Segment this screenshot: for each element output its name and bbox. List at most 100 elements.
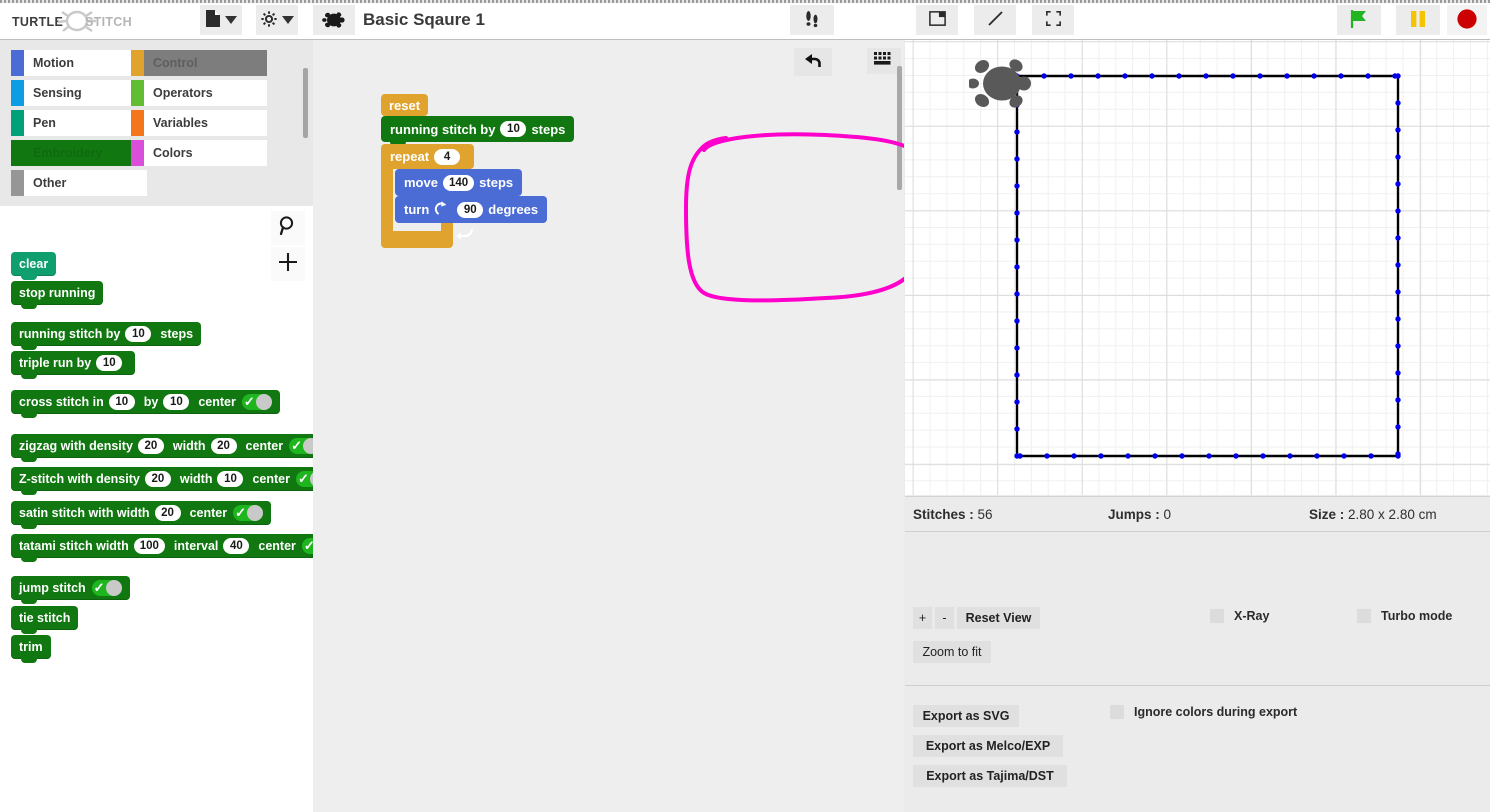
block-number-input[interactable]: 20 (144, 471, 171, 487)
expand-stage-button[interactable] (974, 5, 1016, 35)
script-scrollbar[interactable] (897, 66, 902, 190)
category-embroidery[interactable]: Embroidery (11, 140, 147, 166)
settings-menu-button[interactable] (256, 5, 298, 35)
current-sprite-icon[interactable] (313, 5, 355, 35)
turtle-sprite[interactable] (967, 56, 1035, 117)
export-tajima-button[interactable]: Export as Tajima/DST (913, 765, 1067, 787)
category-colors[interactable]: Colors (131, 140, 267, 166)
category-control[interactable]: Control (131, 50, 267, 76)
category-sensing[interactable]: Sensing (11, 80, 147, 106)
turbo-checkbox-row[interactable]: Turbo mode (1357, 609, 1452, 623)
turn-block[interactable]: turn 90 degrees (395, 196, 548, 223)
block-toggle[interactable]: ✓ (241, 394, 272, 410)
category-label: Variables (153, 116, 208, 130)
stitch-path (1015, 74, 1400, 458)
xray-label: X-Ray (1234, 609, 1270, 623)
block-number-input[interactable]: 20 (154, 505, 181, 521)
block-number-input[interactable]: 10 (163, 394, 190, 410)
file-menu-button[interactable] (200, 5, 242, 35)
block-label: interval (173, 539, 219, 553)
category-motion[interactable]: Motion (11, 50, 147, 76)
category-label: Embroidery (33, 146, 103, 160)
palette-block-jump-stitch[interactable]: jump stitch ✓ (11, 576, 130, 604)
palette-block-trim[interactable]: trim (11, 635, 51, 663)
block-toggle[interactable]: ✓ (289, 438, 313, 454)
stitches-label: Stitches : (913, 507, 974, 522)
repeat-count-input[interactable]: 4 (434, 148, 461, 165)
category-variables[interactable]: Variables (131, 110, 267, 136)
stitch-dot (1041, 73, 1047, 79)
palette-block-running-stitch[interactable]: running stitch by 10 steps (11, 322, 202, 350)
chevron-down-icon (282, 16, 294, 24)
green-flag-icon (1348, 8, 1370, 33)
xray-checkbox-row[interactable]: X-Ray (1210, 609, 1269, 623)
palette-block-z-stitch[interactable]: Z-stitch with density 20 width 10 center ✓ (11, 467, 313, 495)
move-steps-input[interactable]: 140 (442, 174, 475, 191)
block-number-input[interactable]: 10 (217, 471, 244, 487)
turn-degrees-input[interactable]: 90 (457, 201, 484, 218)
zoom-out-button[interactable]: - (935, 607, 954, 629)
palette-block-stop-running[interactable]: stop running (11, 281, 104, 309)
block-toggle[interactable]: ✓ (91, 580, 122, 596)
running-stitch-block[interactable]: running stitch by 10 steps (381, 116, 575, 146)
block-number-input[interactable]: 10 (108, 394, 135, 410)
block-label: trim (19, 640, 43, 654)
category-operators[interactable]: Operators (131, 80, 267, 106)
running-stitch-steps-input[interactable]: 10 (500, 121, 527, 137)
block-toggle[interactable]: ✓ (301, 538, 313, 554)
small-stage-button[interactable] (916, 5, 958, 35)
visible-stepping-button[interactable] (790, 5, 834, 35)
search-blocks-button[interactable] (271, 211, 305, 245)
pause-button[interactable] (1396, 5, 1440, 35)
repeat-block[interactable]: repeat 4 (381, 144, 475, 169)
stitch-dot (1395, 397, 1401, 403)
block-number-input[interactable]: 40 (223, 538, 250, 554)
magnifier-icon (277, 215, 299, 242)
block-toggle[interactable]: ✓ (296, 471, 313, 487)
script-scrollbar-thumb[interactable] (897, 66, 902, 190)
ignore-colors-row[interactable]: Ignore colors during export (1110, 705, 1297, 719)
stitches-value: 56 (977, 507, 993, 522)
block-number-input[interactable]: 10 (96, 355, 123, 371)
zoom-in-button[interactable]: + (913, 607, 932, 629)
undo-button[interactable] (794, 48, 832, 76)
move-block[interactable]: move 140 steps (395, 169, 523, 200)
fullscreen-button[interactable] (1032, 5, 1074, 35)
category-other[interactable]: Other (11, 170, 147, 196)
category-scrollbar-thumb[interactable] (303, 68, 308, 138)
category-pen[interactable]: Pen (11, 110, 147, 136)
palette-block-clear[interactable]: clear (11, 252, 57, 280)
script-editing-area[interactable]: reset running stitch by 10 steps repeat … (313, 40, 904, 812)
app-logo: TURTLE STITCH (8, 8, 136, 34)
turbo-checkbox[interactable] (1357, 609, 1371, 623)
stop-button[interactable] (1447, 5, 1487, 35)
palette-block-zigzag[interactable]: zigzag with density 20 width 20 center ✓ (11, 434, 313, 462)
palette-block-tie-stitch[interactable]: tie stitch (11, 606, 79, 634)
block-palette[interactable]: clear stop running running stitch by 10 step… (0, 206, 313, 812)
reset-view-button[interactable]: Reset View (957, 607, 1040, 629)
stitch-dot (1395, 316, 1401, 322)
xray-checkbox[interactable] (1210, 609, 1224, 623)
palette-block-satin-stitch[interactable]: satin stitch with width 20 center ✓ (11, 501, 272, 529)
reset-block[interactable]: reset (381, 94, 429, 120)
export-melco-button[interactable]: Export as Melco/EXP (913, 735, 1063, 757)
zoom-to-fit-button[interactable]: Zoom to fit (913, 641, 991, 663)
palette-block-tatami-stitch[interactable]: tatami stitch width 100 interval 40 center ✓ (11, 534, 313, 562)
export-svg-button[interactable]: Export as SVG (913, 705, 1019, 727)
palette-block-cross-stitch[interactable]: cross stitch in 10 by 10 center ✓ (11, 390, 280, 418)
stitch-dot (1287, 453, 1293, 459)
stitch-dot (1125, 453, 1131, 459)
block-number-input[interactable]: 10 (125, 326, 152, 342)
keyboard-entry-button[interactable] (867, 48, 901, 74)
block-number-input[interactable]: 100 (133, 538, 165, 554)
add-block-button[interactable] (271, 247, 305, 281)
block-toggle[interactable]: ✓ (233, 505, 264, 521)
palette-block-triple-run[interactable]: triple run by 10 (11, 351, 136, 379)
green-flag-button[interactable] (1337, 5, 1381, 35)
block-number-input[interactable]: 20 (210, 438, 237, 454)
block-label: steps (160, 327, 194, 341)
ignore-colors-checkbox[interactable] (1110, 705, 1124, 719)
category-scrollbar[interactable] (303, 54, 308, 180)
block-number-input[interactable]: 20 (137, 438, 164, 454)
stage-canvas[interactable] (905, 40, 1490, 495)
